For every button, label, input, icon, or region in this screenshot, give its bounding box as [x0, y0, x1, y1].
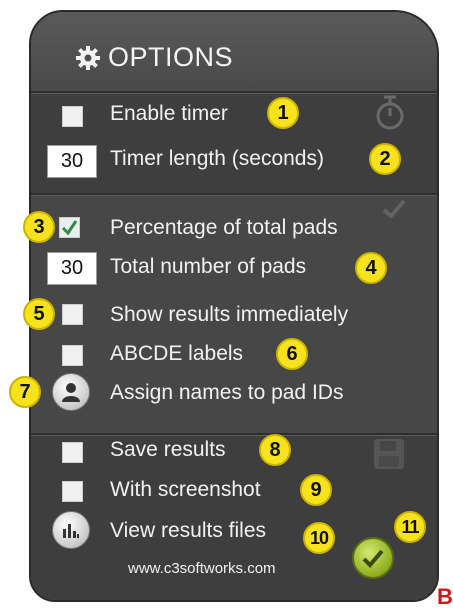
show-results-label: Show results immediately [110, 303, 349, 326]
divider [31, 193, 437, 196]
callout-5: 5 [23, 298, 55, 330]
view-results-button[interactable] [52, 511, 90, 549]
enable-timer-label: Enable timer [110, 102, 228, 125]
callout-2: 2 [369, 143, 401, 175]
floppy-disk-icon [374, 439, 404, 469]
callout-7: 7 [9, 376, 41, 408]
panel-title-text: OPTIONS [108, 42, 234, 72]
ok-button[interactable] [352, 537, 394, 579]
checkmark-icon [61, 220, 78, 236]
abcde-labels-label: ABCDE labels [110, 342, 244, 365]
timer-length-label: Timer length (seconds) [110, 147, 324, 170]
assign-names-button[interactable] [52, 373, 90, 411]
figure-label: B [437, 584, 453, 609]
checkmark-icon [382, 199, 406, 219]
save-results-label: Save results [110, 438, 226, 461]
gear-icon [76, 45, 100, 70]
callout-3: 3 [23, 211, 55, 243]
website-link[interactable]: www.c3softworks.com [128, 560, 276, 577]
user-icon [62, 383, 80, 402]
stopwatch-icon [376, 95, 404, 130]
panel-title: OPTIONS [75, 42, 233, 73]
callout-4: 4 [355, 252, 387, 284]
checkmark-icon [362, 549, 384, 568]
with-screenshot-checkbox[interactable] [62, 481, 83, 502]
save-results-checkbox[interactable] [62, 442, 83, 463]
callout-11: 11 [394, 511, 426, 543]
with-screenshot-label: With screenshot [110, 478, 261, 501]
abcde-labels-checkbox[interactable] [62, 345, 83, 366]
enable-timer-checkbox[interactable] [62, 106, 83, 127]
callout-9: 9 [300, 474, 332, 506]
percentage-pads-label: Percentage of total pads [110, 216, 338, 239]
callout-10: 10 [303, 522, 335, 554]
timer-length-input[interactable]: 30 [47, 145, 97, 178]
total-pads-label: Total number of pads [110, 255, 307, 278]
show-results-checkbox[interactable] [62, 304, 83, 325]
callout-6: 6 [276, 338, 308, 370]
view-results-label: View results files [110, 519, 267, 542]
callout-1: 1 [267, 97, 299, 129]
assign-names-label: Assign names to pad IDs [110, 381, 344, 404]
callout-8: 8 [259, 434, 291, 466]
bar-chart-icon [63, 524, 79, 538]
total-pads-input[interactable]: 30 [47, 252, 97, 285]
percentage-pads-checkbox[interactable] [59, 217, 80, 238]
